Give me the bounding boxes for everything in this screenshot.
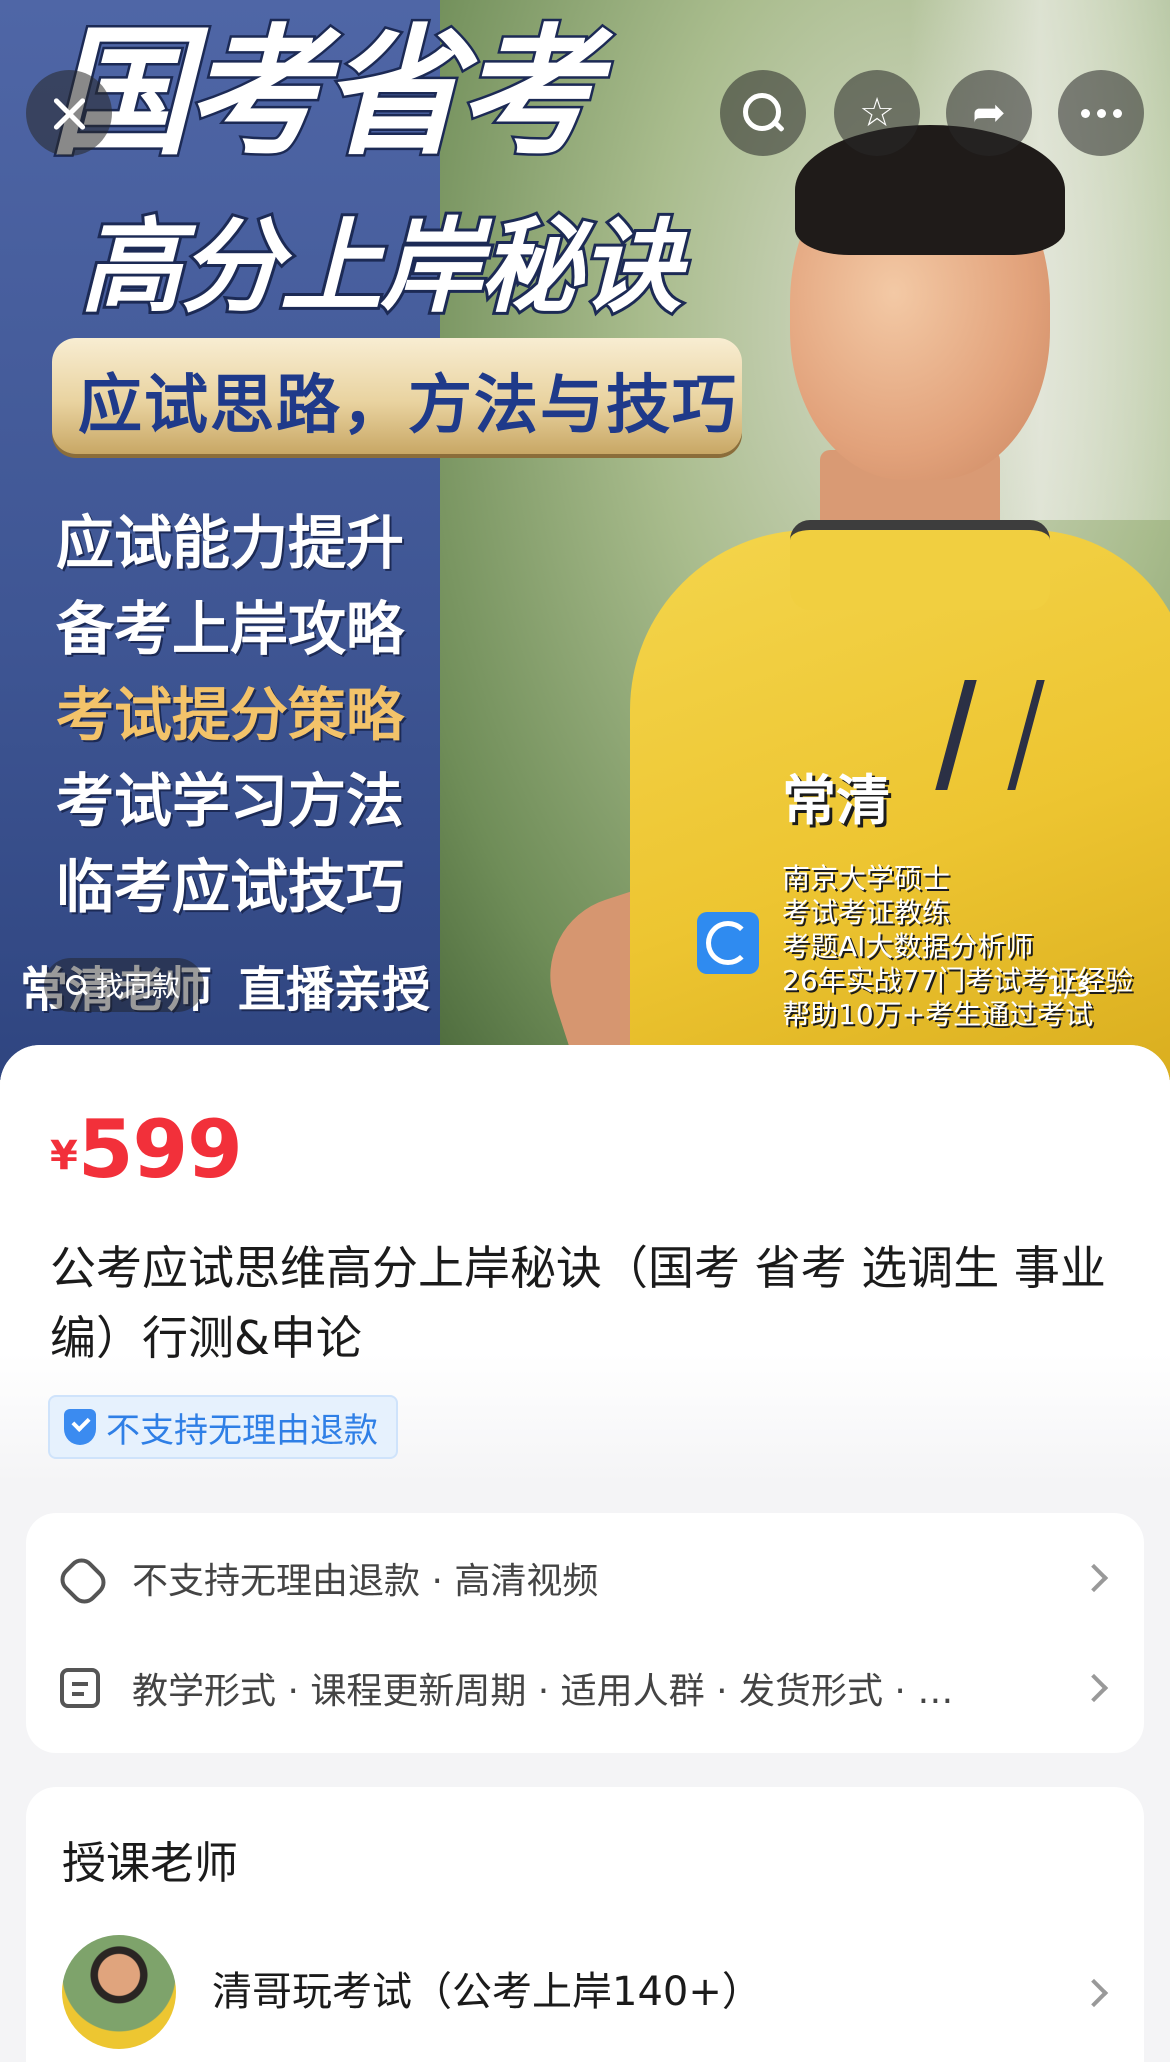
star-icon: ☆ xyxy=(859,90,895,136)
clipboard-icon xyxy=(60,1668,100,1708)
bio-line: 帮助10万+考生通过考试 xyxy=(782,998,1094,1031)
params-row[interactable]: 教学形式 · 课程更新周期 · 适用人群 · 发货形式 · … xyxy=(26,1633,1144,1743)
more-icon xyxy=(1080,108,1122,118)
hero-headline-1: 国考省考 xyxy=(47,10,600,178)
service-row-text: 不支持无理由退款 · 高清视频 xyxy=(132,1561,599,1602)
find-similar-button[interactable]: 找同款 xyxy=(44,958,205,1012)
hero-bullet-list: 应试能力提升 备考上岸攻略 考试提分策略 考试学习方法 临考应试技巧 xyxy=(56,500,404,930)
carousel-page-indicator: 1/3 xyxy=(1046,970,1092,1003)
chevron-right-icon[interactable] xyxy=(1079,1978,1109,2008)
product-title: 公考应试思维高分上岸秘诀（国考 省考 选调生 事业编）行测&申论 xyxy=(50,1241,1106,1365)
share-icon: ➦ xyxy=(972,90,1006,136)
teacher-hair xyxy=(795,125,1065,255)
share-button[interactable]: ➦ xyxy=(946,70,1032,156)
refund-policy-label: 不支持无理由退款 xyxy=(106,1410,378,1451)
service-row[interactable]: 不支持无理由退款 · 高清视频 xyxy=(26,1523,1144,1633)
hero-teacher-bio: 南京大学硕士 考试考证教练 考题AI大数据分析师 26年实战77门考试考证经验 … xyxy=(782,862,1133,1032)
product-detail-card: ¥599 公考应试思维高分上岸秘诀（国考 省考 选调生 事业编）行测&申论 不支… xyxy=(0,1045,1170,2062)
hero-headline-2: 高分上岸秘诀 xyxy=(77,205,685,330)
service-info-panel: 不支持无理由退款 · 高清视频 教学形式 · 课程更新周期 · 适用人群 · 发… xyxy=(26,1513,1144,1753)
more-button[interactable] xyxy=(1058,70,1144,156)
refund-policy-badge[interactable]: 不支持无理由退款 xyxy=(48,1395,398,1459)
hero-bullet: 临考应试技巧 xyxy=(56,853,405,921)
bio-line: 考题AI大数据分析师 xyxy=(782,930,1034,963)
bio-line: 南京大学硕士 xyxy=(782,862,951,895)
hero-banner-text: 应试思路，方法与技巧 xyxy=(78,369,738,443)
shield-check-icon xyxy=(64,1409,96,1445)
bio-line: 考试考证教练 xyxy=(782,896,951,929)
hero-bullet: 考试学习方法 xyxy=(56,767,405,835)
guarantee-icon xyxy=(60,1558,100,1598)
chevron-right-icon xyxy=(1079,1563,1109,1593)
close-icon xyxy=(49,93,89,133)
price-currency: ¥ xyxy=(50,1133,78,1179)
find-similar-label: 找同款 xyxy=(96,970,181,1003)
teacher-collar xyxy=(790,520,1050,610)
hero-teacher-name: 常清 xyxy=(782,769,890,832)
hero-bullet: 应试能力提升 xyxy=(56,509,405,577)
product-image-carousel[interactable]: 国考省考 高分上岸秘诀 应试思路，方法与技巧 应试能力提升 备考上岸攻略 考试提… xyxy=(0,0,1170,1080)
hero-bullet: 考试提分策略 xyxy=(56,681,405,749)
scan-icon[interactable] xyxy=(697,912,759,974)
search-button[interactable] xyxy=(720,70,806,156)
price: ¥599 xyxy=(50,1103,243,1196)
hero-live-caption: 直播亲授 xyxy=(238,962,431,1018)
search-icon xyxy=(741,91,785,135)
price-value: 599 xyxy=(77,1103,243,1196)
avatar[interactable] xyxy=(62,1935,176,2049)
teacher-name-link[interactable]: 清哥玩考试（公考上岸140+） xyxy=(212,1959,762,2017)
params-row-text: 教学形式 · 课程更新周期 · 适用人群 · 发货形式 · … xyxy=(132,1671,954,1712)
hero-gold-banner: 应试思路，方法与技巧 xyxy=(52,338,742,454)
close-button[interactable] xyxy=(26,70,112,156)
section-title: 授课老师 xyxy=(62,1838,238,1889)
favorite-button[interactable]: ☆ xyxy=(834,70,920,156)
chevron-right-icon xyxy=(1079,1673,1109,1703)
hero-bullet: 备考上岸攻略 xyxy=(56,595,405,663)
teacher-section: 授课老师 清哥玩考试（公考上岸140+） xyxy=(26,1787,1144,2062)
search-icon xyxy=(64,973,88,997)
